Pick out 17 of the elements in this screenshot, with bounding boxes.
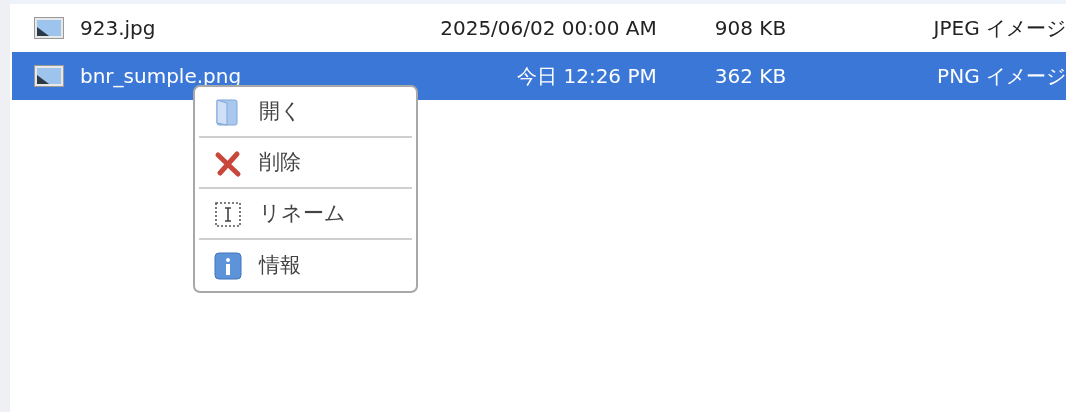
file-size: 908 KB bbox=[714, 15, 788, 42]
menu-item[interactable]: リネーム bbox=[199, 189, 412, 240]
image-file-icon bbox=[34, 17, 64, 39]
file-row[interactable]: bnr_sumple.png 今日 12:26 PM 362 KB PNG イメージ bbox=[12, 52, 1066, 100]
file-type: JPEG イメージ bbox=[931, 15, 1066, 42]
file-type: PNG イメージ bbox=[936, 63, 1066, 90]
image-file-icon bbox=[34, 65, 64, 87]
file-name: 923.jpg bbox=[80, 15, 157, 42]
menu-item[interactable]: 開く bbox=[199, 87, 412, 138]
menu-item[interactable]: 削除 bbox=[199, 138, 412, 189]
info-icon bbox=[213, 250, 243, 281]
file-row[interactable]: 923.jpg 2025/06/02 00:00 AM 908 KB JPEG イメージ bbox=[12, 4, 1066, 52]
file-size: 362 KB bbox=[714, 63, 788, 90]
menu-item[interactable]: 情報 bbox=[199, 240, 412, 291]
file-name: bnr_sumple.png bbox=[80, 63, 243, 90]
modified-date: 今日 12:26 PM bbox=[516, 63, 657, 90]
modified-date: 2025/06/02 00:00 AM bbox=[439, 15, 657, 42]
